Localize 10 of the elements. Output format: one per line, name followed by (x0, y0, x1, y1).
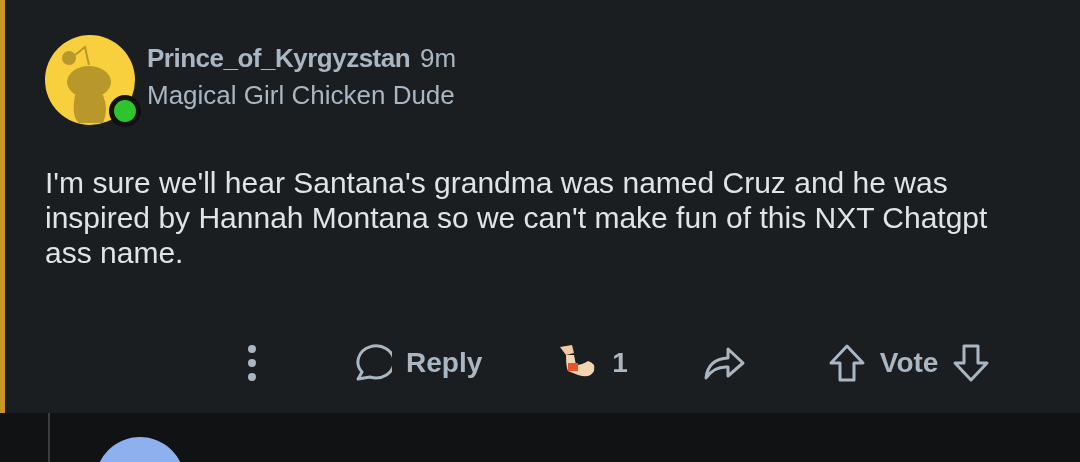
reply-button[interactable]: Reply (344, 339, 489, 387)
vote-label: Vote (879, 347, 939, 379)
username[interactable]: Prince_of_Kyrgyzstan (147, 43, 411, 74)
award-button[interactable]: 1 (550, 337, 634, 389)
more-options-icon (246, 344, 258, 382)
comment-age: 9m (420, 43, 457, 74)
comment-text: I'm sure we'll hear Santana's grandma was named Cruz and he was inspired by Hannah Montana so we can't make fun of this NXT Chatgpt ass name. (45, 165, 989, 270)
avatar-icon (45, 35, 135, 125)
user-flair: Magical Girl Chicken Dude (147, 80, 456, 111)
award-count: 1 (612, 347, 628, 379)
